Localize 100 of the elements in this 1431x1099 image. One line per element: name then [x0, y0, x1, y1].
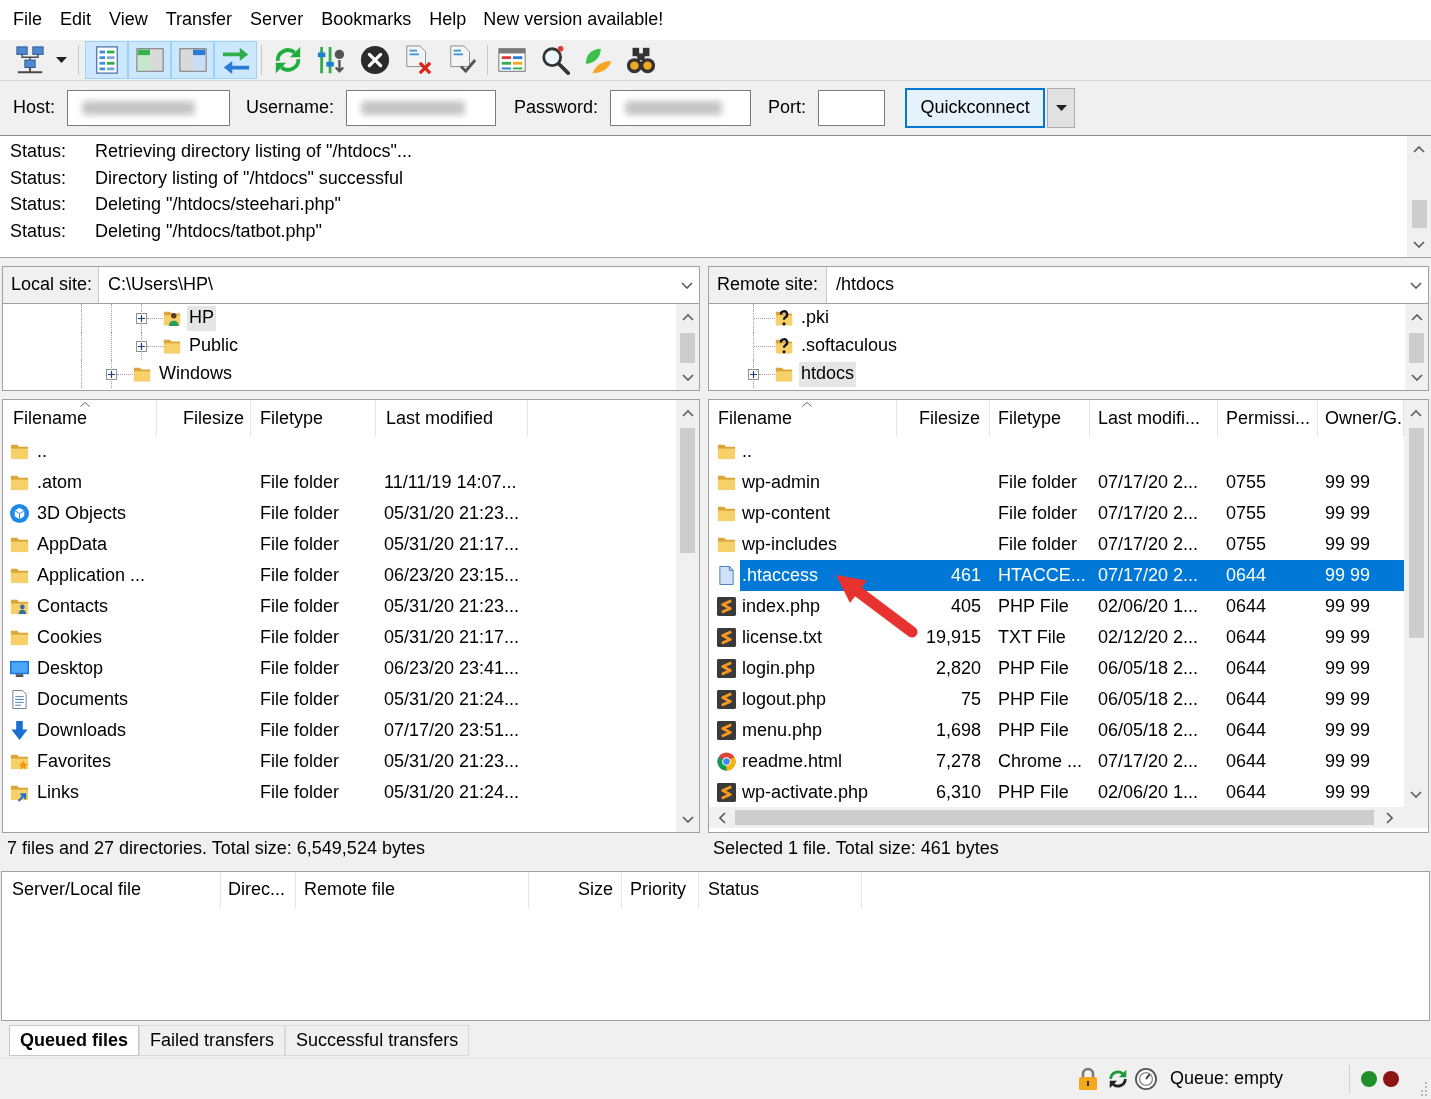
site-label: Remote site: — [709, 267, 827, 303]
scrollbar[interactable] — [676, 400, 699, 832]
port-field[interactable] — [818, 90, 886, 126]
permissions: 0644 — [1226, 688, 1267, 711]
right-pane-window-icon — [177, 45, 208, 75]
column-header[interactable]: Server/Local file — [2, 872, 221, 908]
chevron-up-icon[interactable] — [681, 409, 694, 417]
scrollbar[interactable] — [709, 807, 1404, 828]
chevron-up-icon[interactable] — [1413, 145, 1425, 153]
file-name: logout.php — [742, 688, 827, 711]
password-field[interactable] — [610, 90, 752, 126]
scrollbar-thumb[interactable] — [680, 333, 695, 363]
gauge-icon — [1134, 1068, 1157, 1090]
menu-item[interactable]: Edit — [51, 4, 101, 36]
status-text: 7 files and 27 directories. Total size: 6,549,524 bytes — [7, 838, 425, 860]
toggle-button[interactable] — [214, 41, 257, 79]
file-row[interactable]: .htaccess 461 HTACCE... 07/17/20 2... 0644 99 99 — [740, 560, 1404, 591]
scrollbar[interactable] — [676, 304, 699, 390]
file-name: license.txt — [742, 626, 823, 649]
menu-item[interactable]: Help — [420, 4, 476, 36]
tree-item[interactable]: Windows — [157, 361, 235, 387]
tree-item[interactable]: .pki — [799, 305, 831, 331]
file-type: File folder — [260, 502, 340, 525]
scrollbar-thumb[interactable] — [1411, 200, 1427, 228]
menu-item[interactable]: Bookmarks — [312, 4, 421, 36]
chevron-down-icon[interactable] — [1410, 790, 1422, 798]
folder-icon — [717, 442, 736, 461]
scrollbar[interactable] — [1405, 304, 1428, 390]
tree-item[interactable]: htdocs — [799, 361, 857, 387]
toggle-button[interactable] — [171, 41, 214, 79]
scrollbar-thumb[interactable] — [1408, 428, 1424, 638]
permissions: 0644 — [1226, 719, 1267, 742]
folder-icon — [10, 566, 29, 585]
expand-plus-icon[interactable] — [106, 368, 117, 380]
file-name: wp-content — [742, 502, 831, 525]
menu-item[interactable]: File — [4, 4, 51, 36]
file-name: Contacts — [37, 595, 109, 618]
path-combobox[interactable]: /htdocs — [827, 267, 1428, 303]
file-type: File folder — [260, 471, 340, 494]
path-combobox[interactable]: C:\Users\HP\ — [99, 267, 699, 303]
file-name: 3D Objects — [37, 502, 127, 525]
file-type: File folder — [998, 471, 1078, 494]
script-file-icon — [717, 721, 736, 740]
chevron-down-icon[interactable] — [681, 281, 693, 289]
chevron-down-icon[interactable] — [1413, 240, 1425, 248]
toggle-button[interactable] — [128, 41, 171, 79]
scrollbar-thumb[interactable] — [1409, 333, 1424, 363]
question-folder-icon — [775, 308, 793, 328]
left-pane-window-icon — [134, 45, 165, 75]
dropdown-button[interactable] — [1047, 88, 1076, 128]
menu-item[interactable]: Server — [241, 4, 313, 36]
expand-plus-icon[interactable] — [748, 368, 759, 380]
column-header[interactable]: Size — [529, 872, 622, 908]
column-header[interactable]: Priority — [622, 872, 699, 908]
scrollbar[interactable] — [1404, 400, 1428, 807]
chevron-up-icon[interactable] — [1410, 313, 1423, 321]
host-field[interactable] — [67, 90, 230, 126]
scrollbar-thumb[interactable] — [735, 810, 1374, 825]
scrollbar-thumb[interactable] — [680, 428, 695, 553]
tree-item[interactable]: .softaculous — [799, 333, 900, 359]
file-type: File folder — [260, 564, 340, 587]
chevron-down-icon[interactable] — [681, 815, 694, 823]
column-header[interactable]: Status — [699, 872, 862, 908]
chevron-right-icon[interactable] — [1385, 811, 1393, 824]
chevron-left-icon[interactable] — [718, 811, 726, 824]
log-message: Retrieving directory listing of "/htdocs"... — [95, 141, 412, 164]
chevron-up-icon[interactable] — [1410, 409, 1422, 417]
chevron-down-icon[interactable] — [681, 373, 694, 381]
folder-icon — [717, 504, 736, 523]
toggle-button[interactable] — [85, 41, 128, 79]
column-header[interactable]: Direc... — [221, 872, 296, 908]
tree-item[interactable]: Public — [187, 333, 241, 359]
expand-plus-icon[interactable] — [136, 312, 147, 324]
tab[interactable]: Failed transfers — [139, 1025, 286, 1056]
file-name: .. — [742, 440, 752, 463]
modified-date: 05/31/20 21:24... — [384, 781, 520, 804]
menu-item[interactable]: Transfer — [156, 4, 242, 36]
folder-icon — [10, 442, 29, 461]
chevron-down-icon[interactable] — [1410, 373, 1423, 381]
menu-item[interactable]: View — [100, 4, 157, 36]
file-type: File folder — [260, 750, 340, 773]
file-size: 75 — [960, 688, 981, 711]
browser-icon — [717, 752, 736, 771]
quickconnect-button[interactable]: Quickconnect — [905, 88, 1046, 128]
column-header[interactable]: Remote file — [296, 872, 529, 908]
resize-grip-icon[interactable] — [1419, 1082, 1428, 1096]
colored-list-icon — [497, 45, 527, 75]
chevron-down-icon[interactable] — [1410, 281, 1422, 289]
folder-icon — [10, 473, 29, 492]
scrollbar[interactable] — [1407, 136, 1431, 257]
tree-item[interactable]: HP — [187, 305, 216, 331]
cube-icon — [10, 504, 29, 523]
tab[interactable]: Queued files — [9, 1025, 140, 1056]
owner-group: 99 99 — [1325, 781, 1371, 804]
username-field[interactable] — [346, 90, 497, 126]
padlock-icon — [1076, 1067, 1099, 1091]
tab[interactable]: Successful transfers — [285, 1025, 470, 1056]
chevron-up-icon[interactable] — [681, 313, 694, 321]
update-notice[interactable]: New version available! — [483, 4, 664, 36]
expand-plus-icon[interactable] — [136, 340, 147, 352]
